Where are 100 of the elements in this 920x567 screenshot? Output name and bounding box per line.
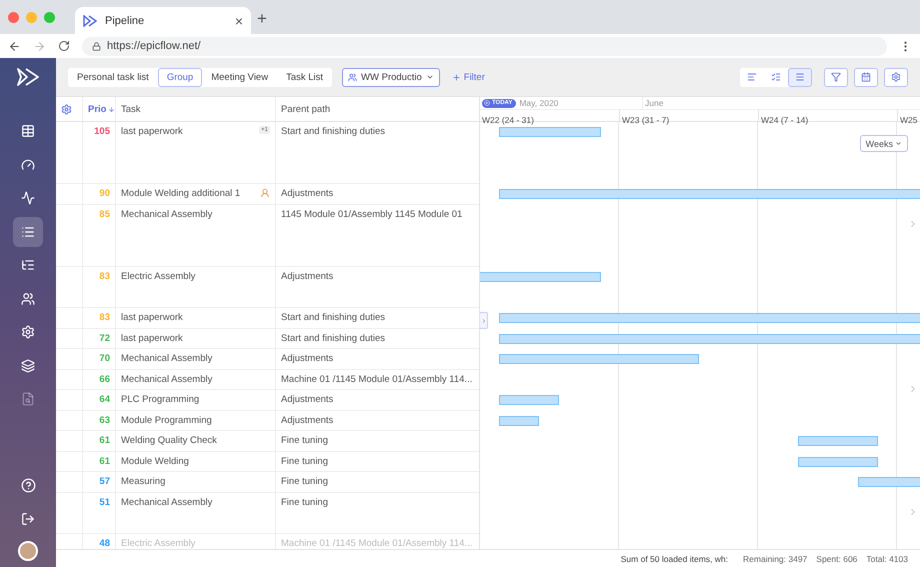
- column-header[interactable]: Task: [121, 104, 141, 114]
- maximize-window-dot[interactable]: [44, 12, 55, 22]
- filter-icon: [831, 72, 841, 82]
- task-name[interactable]: Welding Quality Check: [121, 435, 270, 446]
- week-label: W25: [900, 115, 918, 125]
- priority-value: 61: [99, 435, 110, 446]
- parent-path: Start and finishing duties: [281, 333, 386, 344]
- month-label: June: [645, 98, 664, 108]
- task-name[interactable]: Mechanical Assembly: [121, 374, 270, 385]
- tab-title: Pipeline: [105, 14, 146, 26]
- task-name[interactable]: PLC Programming: [121, 394, 270, 405]
- parent-path: Machine 01 /1145 Module 01/Assembly 114...: [281, 374, 472, 385]
- table-icon: [21, 124, 35, 138]
- help-icon[interactable]: [20, 478, 36, 492]
- caret-icon: [895, 140, 902, 147]
- priority-value: 105: [94, 126, 110, 137]
- parent-path: 1145 Module 01/Assembly 1145 Module 01: [281, 209, 462, 220]
- parent-path: Machine 01 /1145 Module 01/Assembly 114...: [281, 538, 472, 549]
- parent-path: Fine tuning: [281, 497, 328, 508]
- priority-value: 48: [99, 538, 110, 549]
- view-tab[interactable]: Group: [158, 68, 202, 86]
- priority-value: 61: [99, 456, 110, 467]
- column-header[interactable]: Prio: [88, 104, 116, 114]
- priority-value: 90: [99, 188, 110, 199]
- parent-path: Adjustments: [281, 415, 334, 426]
- avatar[interactable]: [18, 541, 38, 561]
- parent-path: Fine tuning: [281, 435, 328, 446]
- footer-label: Sum of 50 loaded items, wh:: [620, 554, 728, 564]
- new-tab-button[interactable]: +: [257, 9, 267, 29]
- group-select[interactable]: WW Productio: [342, 68, 440, 86]
- task-name[interactable]: Module Welding additional 1: [121, 188, 256, 199]
- parent-path: Start and finishing duties: [281, 126, 386, 137]
- menu-icon: [795, 72, 805, 82]
- parent-path: Fine tuning: [281, 456, 328, 467]
- filter-button[interactable]: [824, 68, 848, 86]
- parent-path: Adjustments: [281, 271, 334, 282]
- list-icon: [21, 224, 35, 238]
- checklist-icon: [771, 72, 781, 82]
- settings-icon[interactable]: [61, 104, 72, 114]
- arrow-left-icon: [484, 100, 490, 106]
- pulse-icon: [21, 191, 35, 205]
- task-name[interactable]: Mechanical Assembly: [121, 353, 270, 364]
- calendar-icon: [861, 72, 871, 82]
- task-name[interactable]: Mechanical Assembly: [121, 209, 270, 220]
- priority-value: 70: [99, 353, 110, 364]
- address-field[interactable]: https://epicflow.net/: [82, 36, 887, 56]
- view-button[interactable]: [788, 68, 812, 86]
- priority-value: 66: [99, 374, 110, 385]
- tab-close[interactable]: ×: [234, 14, 243, 28]
- layers-icon: [21, 358, 35, 372]
- group-icon: [348, 72, 358, 82]
- month-label: May, 2020: [519, 98, 558, 108]
- browser-tab[interactable]: Pipeline ×: [75, 7, 251, 34]
- parent-path: Adjustments: [281, 394, 334, 405]
- task-name[interactable]: last paperwork: [121, 333, 270, 344]
- panel-toggle[interactable]: [480, 312, 488, 329]
- logo-icon: [83, 14, 97, 26]
- priority-value: 63: [99, 415, 110, 426]
- filter-link[interactable]: Filter: [446, 70, 491, 84]
- settings-icon: [891, 72, 901, 82]
- priority-value: 83: [99, 271, 110, 282]
- week-label: W23 (31 - 7): [622, 115, 670, 125]
- task-name[interactable]: last paperwork: [121, 126, 256, 137]
- caret-icon: [426, 73, 434, 81]
- lock-icon: [92, 42, 101, 50]
- users-icon: [21, 292, 35, 306]
- parent-path: Adjustments: [281, 188, 334, 199]
- sort-arrow-icon: [108, 106, 116, 112]
- sidebar-item[interactable]: [13, 216, 43, 246]
- settings-button[interactable]: [884, 68, 908, 86]
- forward-icon[interactable]: [33, 40, 46, 52]
- priority-value: 83: [99, 312, 110, 323]
- task-name[interactable]: Measuring: [121, 476, 270, 487]
- parent-path: Fine tuning: [281, 476, 328, 487]
- task-name[interactable]: Module Programming: [121, 415, 270, 426]
- chevron-right-icon: [480, 318, 486, 324]
- column-header[interactable]: Parent path: [281, 104, 330, 114]
- reload-icon[interactable]: [58, 40, 70, 52]
- align-left-icon: [747, 72, 757, 82]
- grand-total: Total: 4103: [866, 554, 908, 564]
- priority-value: 64: [99, 394, 110, 405]
- logout-icon[interactable]: [21, 512, 35, 526]
- search-file-icon: [21, 392, 35, 406]
- back-icon[interactable]: [8, 40, 21, 52]
- priority-value: 72: [99, 333, 110, 344]
- task-name[interactable]: Electric Assembly: [121, 271, 270, 282]
- logo-icon[interactable]: [17, 68, 39, 86]
- task-name[interactable]: Mechanical Assembly: [121, 497, 270, 508]
- task-name[interactable]: last paperwork: [121, 312, 270, 323]
- week-label: W24 (7 - 14): [761, 115, 808, 125]
- calendar-button[interactable]: [854, 68, 878, 86]
- task-name[interactable]: Module Welding: [121, 456, 270, 467]
- minimize-window-dot[interactable]: [26, 12, 37, 22]
- close-window-dot[interactable]: [8, 12, 19, 22]
- remaining-total: Remaining: 3497: [743, 554, 808, 564]
- priority-value: 85: [99, 209, 110, 220]
- gauge-icon: [21, 158, 35, 172]
- plus-icon: [452, 72, 461, 82]
- settings-icon: [21, 325, 35, 339]
- scale-select[interactable]: Weeks: [860, 135, 908, 152]
